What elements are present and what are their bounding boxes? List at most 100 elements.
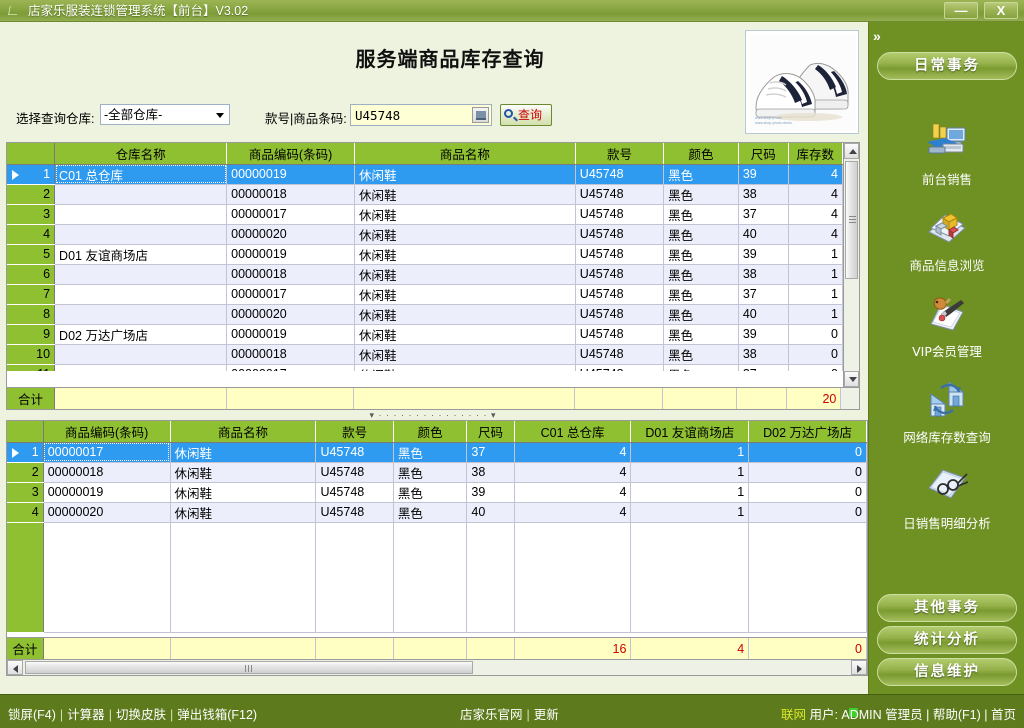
cell-color[interactable]: 黑色 xyxy=(393,502,468,523)
cell-size[interactable]: 38 xyxy=(738,264,789,285)
row-number[interactable]: 4 xyxy=(7,224,56,245)
cell-color[interactable]: 黑色 xyxy=(393,462,468,483)
warehouse-select[interactable]: -全部仓库- xyxy=(100,104,230,125)
cell-code[interactable]: 00000019 xyxy=(43,482,171,503)
cell-size[interactable]: 39 xyxy=(466,482,515,503)
cell-name[interactable]: 休闲鞋 xyxy=(354,164,576,185)
cell-style[interactable]: U45748 xyxy=(575,224,665,245)
row-number[interactable] xyxy=(7,522,44,633)
status-right-info[interactable]: 联网 用户: ADMIN 管理员 | 帮助(F1) | 首页 xyxy=(781,704,1016,723)
table-row[interactable]: 9 D02 万达广场店 00000019 休闲鞋 U45748 黑色 39 0 xyxy=(7,324,843,345)
cell-name[interactable]: 休闲鞋 xyxy=(354,284,576,305)
cell-color[interactable]: 黑色 xyxy=(663,164,739,185)
cell-code[interactable]: 00000017 xyxy=(226,204,356,225)
cell-name[interactable]: 休闲鞋 xyxy=(170,502,317,523)
table-row[interactable]: 7 00000017 休闲鞋 U45748 黑色 37 1 xyxy=(7,284,843,305)
cell-color[interactable]: 黑色 xyxy=(663,184,739,205)
cell-name[interactable]: 休闲鞋 xyxy=(170,462,317,483)
cell-name[interactable]: 休闲鞋 xyxy=(354,324,576,345)
column-header[interactable]: 款号 xyxy=(575,143,665,165)
cell-color[interactable]: 黑色 xyxy=(663,224,739,245)
status-link[interactable]: 锁屏(F4) xyxy=(8,708,56,722)
cell-d02[interactable]: 0 xyxy=(748,462,867,483)
status-link[interactable]: 计算器 xyxy=(67,708,105,722)
cell-qty[interactable]: 1 xyxy=(788,284,843,305)
cell-name[interactable]: 休闲鞋 xyxy=(354,184,576,205)
scroll-left-button[interactable] xyxy=(7,660,23,675)
cell-color[interactable]: 黑色 xyxy=(663,204,739,225)
cell-d01[interactable]: 1 xyxy=(630,482,750,503)
cell-name[interactable]: 休闲鞋 xyxy=(354,344,576,365)
cell-warehouse[interactable]: D01 友谊商场店 xyxy=(54,244,228,265)
home-link[interactable]: 首页 xyxy=(991,708,1016,722)
cell-style[interactable] xyxy=(315,522,394,633)
cell-warehouse[interactable] xyxy=(54,204,228,225)
cell-name[interactable]: 休闲鞋 xyxy=(170,442,317,463)
cell-qty[interactable]: 4 xyxy=(788,184,843,205)
cell-name[interactable]: 休闲鞋 xyxy=(354,364,576,371)
status-left-links[interactable]: 锁屏(F4) | 计算器 | 切换皮肤 | 弹出钱箱(F12) xyxy=(8,704,257,723)
cell-style[interactable]: U45748 xyxy=(575,204,665,225)
cell-style[interactable]: U45748 xyxy=(315,442,394,463)
cell-qty[interactable]: 1 xyxy=(788,264,843,285)
stock-by-warehouse-grid[interactable]: 仓库名称 商品编码(条码) 商品名称 款号 颜色 尺码 库存数 1 C01 总仓库 000000… xyxy=(6,142,860,410)
stock-matrix-grid[interactable]: 商品编码(条码) 商品名称 款号 颜色 尺码 C01 总仓库 D01 友谊商场店 D02 万达… xyxy=(6,420,868,676)
row-number[interactable]: 3 xyxy=(7,204,56,225)
table-row[interactable] xyxy=(7,522,867,633)
cell-code[interactable]: 00000020 xyxy=(43,502,171,523)
column-header[interactable]: 商品名称 xyxy=(170,421,317,443)
cell-color[interactable] xyxy=(393,522,468,633)
cell-warehouse[interactable] xyxy=(54,304,228,325)
cell-color[interactable]: 黑色 xyxy=(663,344,739,365)
cell-style[interactable]: U45748 xyxy=(575,304,665,325)
query-button[interactable]: 查询 xyxy=(500,104,552,126)
cell-d01[interactable]: 1 xyxy=(630,462,750,483)
cell-size[interactable]: 38 xyxy=(738,184,789,205)
grid-bottom-horizontal-scrollbar[interactable] xyxy=(7,659,867,675)
cell-size[interactable]: 40 xyxy=(466,502,515,523)
cell-c01[interactable]: 4 xyxy=(514,482,632,503)
cell-warehouse[interactable]: D02 万达广场店 xyxy=(54,324,228,345)
cell-code[interactable]: 00000018 xyxy=(226,264,356,285)
cell-code[interactable]: 00000018 xyxy=(43,462,171,483)
row-number[interactable]: 6 xyxy=(7,264,56,285)
row-number[interactable]: 2 xyxy=(7,184,56,205)
row-number[interactable]: 4 xyxy=(7,502,44,523)
cell-d02[interactable]: 0 xyxy=(748,482,867,503)
grid-splitter[interactable]: ▾ · · · · · · · · · · · · · · · ▾ xyxy=(6,410,860,420)
close-button[interactable]: X xyxy=(984,2,1018,19)
cell-code[interactable]: 00000017 xyxy=(226,284,356,305)
row-number[interactable]: 10 xyxy=(7,344,56,365)
sidebar-group-statistics[interactable]: 统计分析 xyxy=(877,626,1017,654)
cell-c01[interactable]: 4 xyxy=(514,442,632,463)
sidebar-item-pos-sales[interactable]: 前台销售 xyxy=(877,118,1017,190)
cell-qty[interactable]: 4 xyxy=(788,224,843,245)
cell-warehouse[interactable] xyxy=(54,184,228,205)
table-row[interactable]: 5 D01 友谊商场店 00000019 休闲鞋 U45748 黑色 39 1 xyxy=(7,244,843,265)
scroll-right-button[interactable] xyxy=(851,660,867,675)
cell-style[interactable]: U45748 xyxy=(575,184,665,205)
sidebar-expander-button[interactable]: » xyxy=(873,28,881,44)
cell-style[interactable]: U45748 xyxy=(575,244,665,265)
cell-warehouse[interactable] xyxy=(54,284,228,305)
cell-size[interactable]: 38 xyxy=(466,462,515,483)
row-number[interactable]: 8 xyxy=(7,304,56,325)
table-row[interactable]: 2 00000018 休闲鞋 U45748 黑色 38 4 1 0 xyxy=(7,462,867,483)
scroll-up-button[interactable] xyxy=(844,143,859,159)
sidebar-item-product-info[interactable]: 商品信息浏览 xyxy=(877,204,1017,276)
table-row[interactable]: 8 00000020 休闲鞋 U45748 黑色 40 1 xyxy=(7,304,843,325)
cell-color[interactable]: 黑色 xyxy=(393,482,468,503)
sidebar-group-daily[interactable]: 日常事务 xyxy=(877,52,1017,80)
column-header[interactable]: 商品编码(条码) xyxy=(43,421,171,443)
grid-top-vertical-scrollbar[interactable] xyxy=(843,143,859,387)
sidebar-item-vip-member[interactable]: VIP会员管理 xyxy=(877,290,1017,362)
table-row[interactable]: 2 00000018 休闲鞋 U45748 黑色 38 4 xyxy=(7,184,843,205)
table-row[interactable]: 3 00000019 休闲鞋 U45748 黑色 39 4 1 0 xyxy=(7,482,867,503)
column-header[interactable]: 尺码 xyxy=(466,421,515,443)
cell-qty[interactable]: 0 xyxy=(788,344,843,365)
cell-c01[interactable] xyxy=(514,522,632,633)
cell-name[interactable]: 休闲鞋 xyxy=(354,264,576,285)
column-header[interactable]: C01 总仓库 xyxy=(514,421,632,443)
row-number[interactable]: 2 xyxy=(7,462,44,483)
cell-c01[interactable]: 4 xyxy=(514,502,632,523)
